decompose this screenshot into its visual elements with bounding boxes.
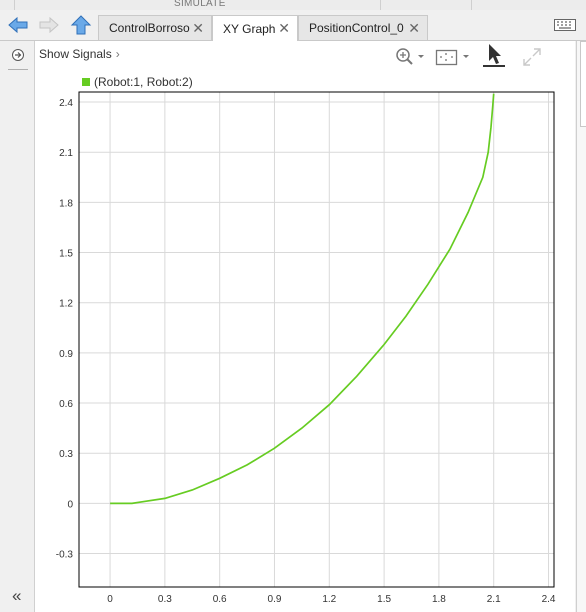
tab-label: XY Graph (223, 21, 276, 36)
up-button[interactable] (70, 15, 92, 35)
xy-graph-panel: Show Signals › (Robot:1, Robot:2) -0.3 0… (35, 41, 575, 612)
tab-bar: ControlBorroso ✕ XY Graph ✕ PositionCont… (0, 10, 586, 41)
section-divider (380, 0, 381, 10)
y-tick-label: 0 (67, 499, 73, 510)
arrow-right-icon (39, 16, 59, 34)
keyboard-button[interactable] (554, 19, 576, 34)
x-axis: 0 0.3 0.6 0.9 1.2 1.5 1.8 2.1 2.4 (107, 594, 556, 605)
arrow-left-icon (8, 16, 28, 34)
x-tick-label: 0 (107, 594, 113, 605)
xy-plot[interactable]: -0.3 0 0.3 0.6 0.9 1.2 1.5 1.8 2.1 2.4 0 0.3 0.6 0.9… (35, 41, 575, 612)
x-tick-label: 1.2 (322, 594, 336, 605)
left-panel-strip: « (0, 41, 35, 612)
signal-select-icon (12, 49, 24, 61)
tab-label: ControlBorroso (109, 21, 190, 35)
keyboard-icon (554, 19, 576, 31)
property-inspector-edge (580, 41, 586, 127)
forward-button[interactable] (38, 15, 60, 35)
section-divider (14, 0, 15, 10)
x-tick-label: 2.4 (542, 594, 556, 605)
y-tick-label: 0.6 (59, 399, 73, 410)
show-signals-toggle[interactable] (11, 48, 25, 65)
y-tick-label: -0.3 (56, 550, 74, 561)
tab-positioncontrol[interactable]: PositionControl_0 ✕ (298, 15, 428, 40)
close-icon[interactable]: ✕ (192, 20, 204, 37)
x-tick-label: 0.6 (213, 594, 227, 605)
divider (8, 69, 28, 70)
tab-controlborroso[interactable]: ControlBorroso ✕ (98, 15, 212, 40)
y-tick-label: 2.1 (59, 148, 73, 159)
y-tick-label: 1.2 (59, 299, 73, 310)
x-tick-label: 2.1 (487, 594, 501, 605)
x-tick-label: 1.8 (432, 594, 446, 605)
x-tick-label: 1.5 (377, 594, 391, 605)
plot-frame (78, 91, 555, 588)
arrow-up-icon (70, 15, 92, 35)
y-tick-label: 0.9 (59, 349, 73, 360)
x-tick-label: 0.9 (268, 594, 282, 605)
tab-label: PositionControl_0 (309, 21, 404, 35)
grid (79, 92, 554, 587)
tab-xy-graph[interactable]: XY Graph ✕ (212, 15, 298, 41)
y-axis: -0.3 0 0.3 0.6 0.9 1.2 1.5 1.8 2.1 2.4 (56, 98, 74, 561)
y-tick-label: 1.8 (59, 198, 73, 209)
section-label: SIMULATE (174, 0, 226, 9)
close-icon[interactable]: ✕ (408, 20, 420, 37)
back-button[interactable] (7, 15, 29, 35)
y-tick-label: 0.3 (59, 449, 73, 460)
series-line-robot (110, 93, 495, 505)
collapse-left-icon[interactable]: « (12, 586, 21, 606)
x-tick-label: 0.3 (158, 594, 172, 605)
right-panel-strip (576, 41, 586, 612)
y-tick-label: 1.5 (59, 249, 73, 260)
section-divider (471, 0, 472, 10)
close-icon[interactable]: ✕ (278, 20, 290, 37)
y-tick-label: 2.4 (59, 98, 73, 109)
